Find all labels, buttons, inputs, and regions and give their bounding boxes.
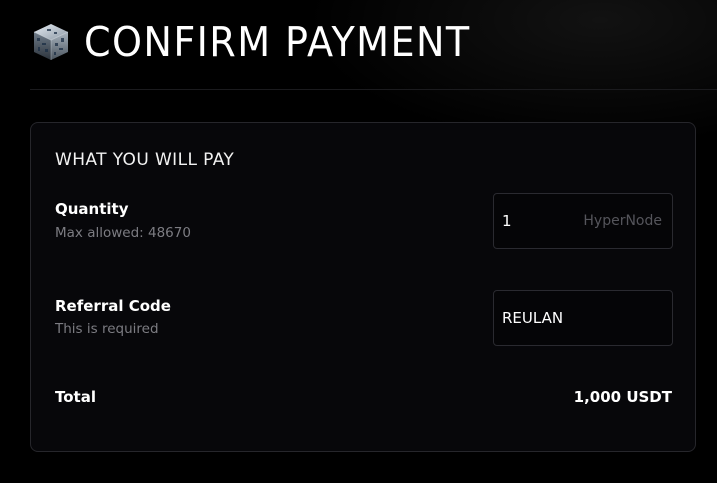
referral-code-label: Referral Code [55,297,171,315]
quantity-value: 1 [502,212,512,230]
quantity-input[interactable]: 1 HyperNode [493,193,673,249]
referral-code-hint: This is required [55,321,159,337]
header-divider [30,89,717,90]
total-label: Total [55,388,96,406]
referral-code-value: REULAN [502,309,564,327]
quantity-unit-suffix: HyperNode [583,213,662,229]
quantity-label: Quantity [55,200,129,218]
page-header: CONFIRM PAYMENT [30,14,500,70]
cube-logo-icon [33,24,69,60]
payment-summary-card: WHAT YOU WILL PAY Quantity Max allowed: … [30,122,696,452]
card-heading: WHAT YOU WILL PAY [55,150,235,170]
quantity-hint: Max allowed: 48670 [55,225,191,241]
total-amount: 1,000 USDT [573,388,672,406]
referral-code-input[interactable]: REULAN [493,290,673,346]
page-title: CONFIRM PAYMENT [84,17,471,66]
